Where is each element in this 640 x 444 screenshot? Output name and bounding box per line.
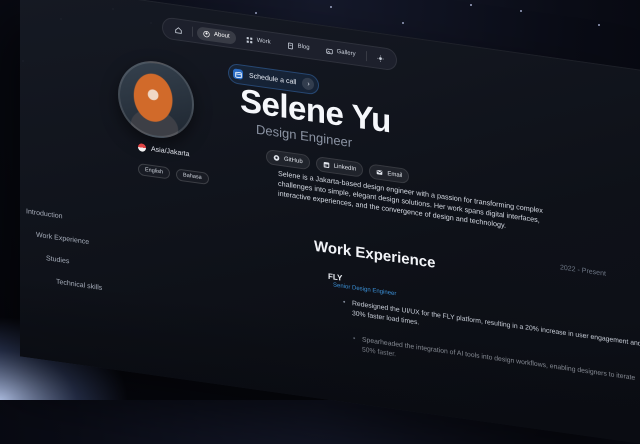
job-title: Senior Design Engineer	[333, 282, 396, 297]
theme-toggle[interactable]	[371, 50, 390, 66]
flag-icon	[138, 143, 146, 152]
linkedin-icon	[323, 161, 330, 169]
nav-about-label: About	[214, 32, 230, 40]
email-label: Email	[387, 171, 402, 179]
calendar-icon	[233, 68, 243, 79]
bottom-fade	[20, 276, 640, 443]
book-icon	[287, 41, 294, 49]
linkedin-label: LinkedIn	[334, 163, 357, 172]
languages: English Bahasa	[138, 163, 209, 185]
nav-blog[interactable]: Blog	[281, 38, 316, 56]
language-chip: English	[138, 163, 170, 180]
bio-text: Selene is a Jakarta-based design enginee…	[278, 169, 568, 240]
company-name: FLY	[328, 272, 342, 283]
github-icon	[273, 154, 280, 162]
nav-gallery-label: Gallery	[337, 49, 356, 58]
nav-divider	[366, 51, 367, 61]
nav-blog-label: Blog	[298, 43, 310, 51]
github-button[interactable]: GitHub	[266, 149, 310, 170]
nav-divider	[192, 27, 193, 37]
location: Asia/Jakarta	[138, 143, 190, 158]
site-window: About Work Blog Gallery	[20, 0, 640, 444]
chevron-right-icon: ›	[302, 77, 314, 91]
nav-work-label: Work	[257, 38, 271, 46]
nav-about[interactable]: About	[197, 26, 236, 44]
location-label: Asia/Jakarta	[151, 145, 190, 157]
top-nav: About Work Blog Gallery	[162, 16, 397, 71]
home-icon	[175, 26, 182, 34]
grid-icon	[246, 36, 253, 44]
github-label: GitHub	[284, 156, 303, 165]
nav-work[interactable]: Work	[240, 32, 277, 50]
work-date: 2022 - Present	[560, 264, 606, 277]
gallery-icon	[326, 47, 333, 55]
user-icon	[203, 30, 210, 38]
avatar	[118, 56, 194, 143]
work-experience-heading: Work Experience	[314, 238, 435, 272]
email-icon	[376, 169, 383, 177]
sun-icon	[377, 54, 384, 62]
nav-gallery[interactable]: Gallery	[320, 43, 362, 62]
email-button[interactable]: Email	[369, 164, 409, 185]
nav-home[interactable]	[169, 22, 188, 38]
language-chip: Bahasa	[176, 168, 209, 185]
